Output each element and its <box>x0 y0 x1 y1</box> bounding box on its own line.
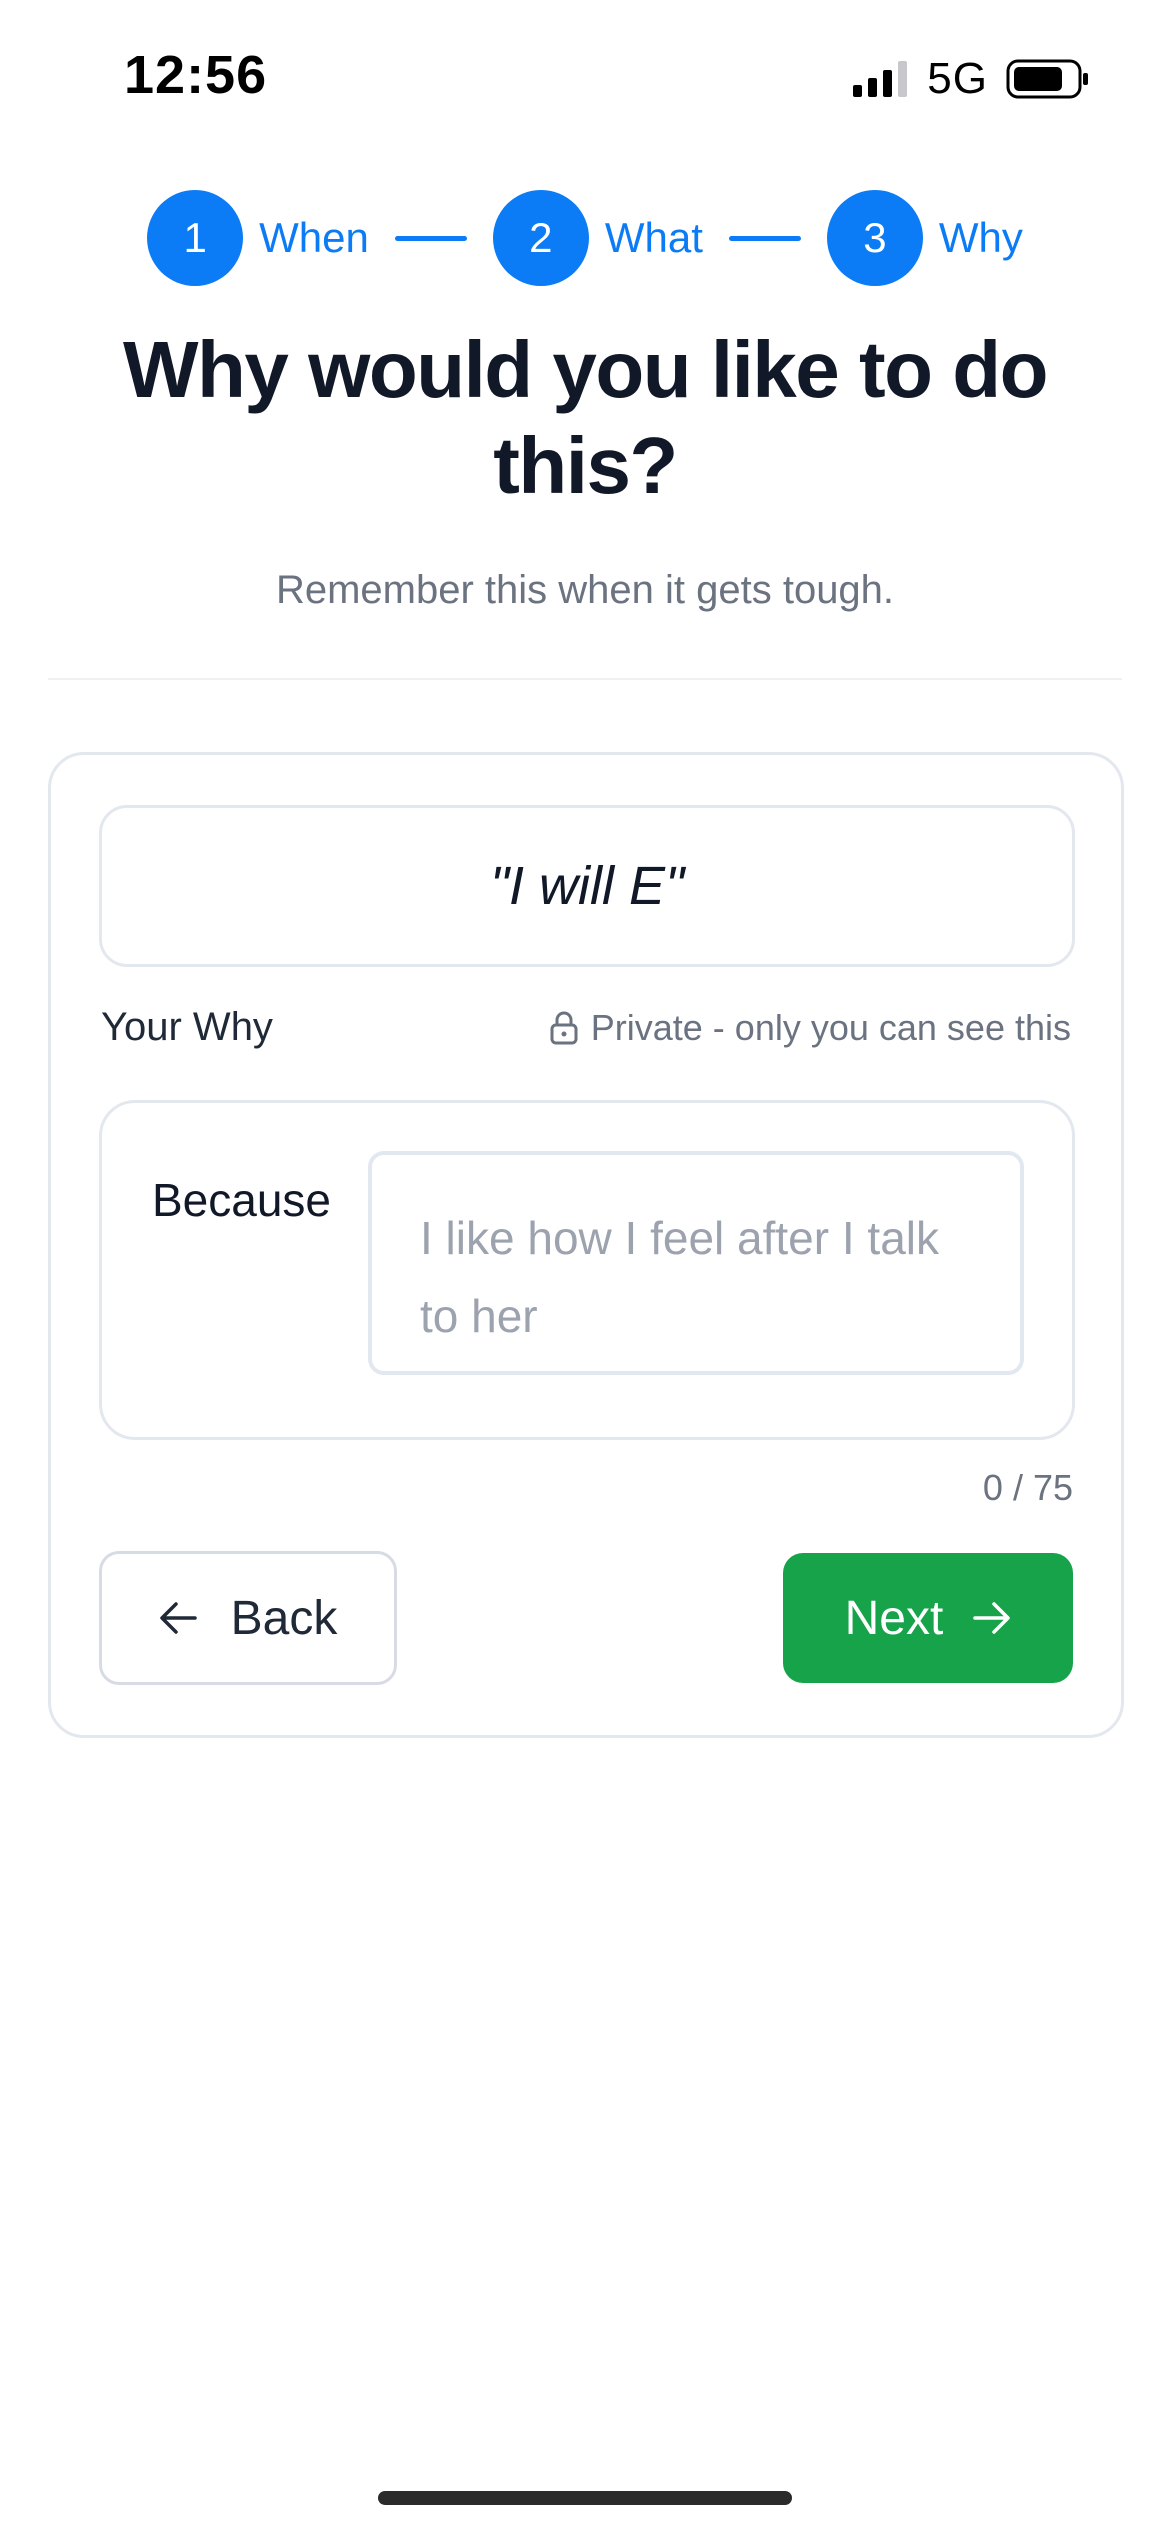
progress-stepper: 1 When 2 What 3 Why <box>0 190 1170 286</box>
arrow-right-icon <box>973 1601 1011 1635</box>
private-note-text: Private - only you can see this <box>590 1006 1071 1048</box>
step-number: 2 <box>492 190 589 286</box>
network-label: 5G <box>927 54 988 103</box>
step-connector <box>394 235 467 241</box>
status-indicators: 5G <box>853 54 1090 104</box>
divider <box>48 678 1122 680</box>
arrow-left-icon <box>159 1601 197 1635</box>
step-label: What <box>604 214 703 261</box>
back-label: Back <box>230 1591 338 1645</box>
why-label: Your Why <box>101 1005 273 1049</box>
home-indicator[interactable] <box>378 2491 792 2505</box>
step-number: 1 <box>147 190 244 286</box>
next-label: Next <box>844 1591 944 1645</box>
step-label: Why <box>938 214 1023 261</box>
why-header: Your Why Private - only you can see this <box>101 1005 1071 1050</box>
status-bar: 12:56 5G <box>0 0 1170 150</box>
signal-bars-icon <box>853 61 909 97</box>
step-connector <box>728 235 801 241</box>
intention-quote: "I will E" <box>99 805 1075 967</box>
step-label: When <box>259 214 369 261</box>
step-why: 3 Why <box>826 190 1023 286</box>
private-note: Private - only you can see this <box>549 1007 1071 1049</box>
char-counter: 0 / 75 <box>982 1467 1073 1508</box>
status-time: 12:56 <box>124 45 268 105</box>
lock-icon <box>549 1011 579 1045</box>
battery-icon <box>1006 59 1090 99</box>
why-input[interactable] <box>368 1151 1024 1375</box>
why-card: "I will E" Your Why Private - only you c… <box>48 752 1124 1738</box>
because-box: Because <box>99 1100 1075 1440</box>
step-what: 2 What <box>492 190 703 286</box>
page-title: Why would you like to do this? <box>123 325 1048 510</box>
because-label: Because <box>152 1174 332 1226</box>
step-number: 3 <box>826 190 923 286</box>
back-button[interactable]: Back <box>99 1551 397 1685</box>
page-subtitle: Remember this when it gets tough. <box>275 568 895 612</box>
next-button[interactable]: Next <box>783 1553 1073 1683</box>
step-when: 1 When <box>147 190 369 286</box>
